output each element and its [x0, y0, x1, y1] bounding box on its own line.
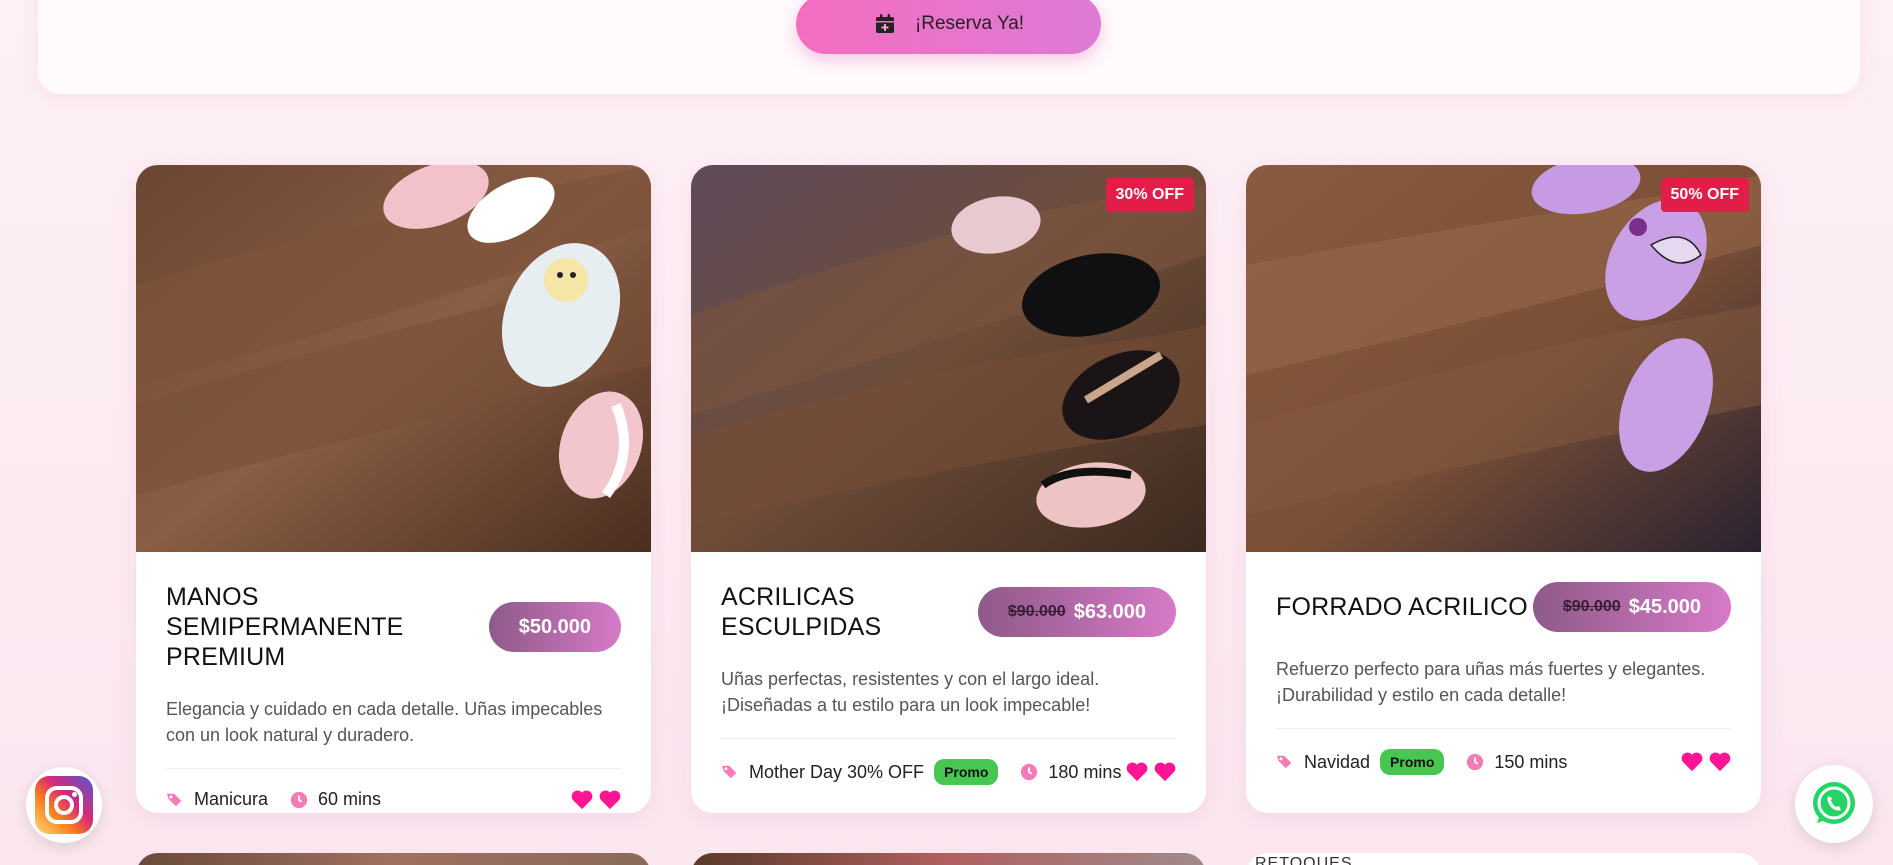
- heart-icon[interactable]: [1709, 752, 1731, 772]
- next-service-title: RETOQUES: [1255, 855, 1353, 865]
- whatsapp-icon: [1813, 782, 1855, 824]
- category-label: Navidad: [1304, 751, 1371, 772]
- service-title: FORRADO ACRILICO: [1276, 593, 1528, 621]
- reserve-button[interactable]: ¡Reserva Ya!: [796, 0, 1101, 54]
- whatsapp-button[interactable]: [1795, 765, 1873, 843]
- tags-icon: [166, 793, 182, 806]
- old-price: $90.000: [1562, 598, 1621, 615]
- instagram-icon: [35, 776, 93, 834]
- clock-icon: [1467, 753, 1484, 771]
- category-label: Manicura: [194, 789, 269, 809]
- service-card[interactable]: 30% OFF ACRILICAS ESCULPIDAS $90.000 $63…: [691, 165, 1206, 813]
- heart-icon[interactable]: [599, 790, 621, 810]
- service-photo: [136, 165, 651, 552]
- discount-badge: 50% OFF: [1660, 178, 1749, 212]
- price-badge: $50.000: [488, 602, 621, 652]
- reserve-button-label: ¡Reserva Ya!: [914, 13, 1025, 34]
- discount-badge: 30% OFF: [1105, 178, 1194, 212]
- divider: [721, 738, 1176, 739]
- service-description: Refuerzo perfecto para uñas más fuertes …: [1276, 659, 1706, 705]
- service-title: ACRILICAS ESCULPIDAS: [721, 583, 882, 641]
- heart-icon[interactable]: [1126, 762, 1148, 782]
- next-service-card[interactable]: [136, 853, 651, 865]
- duration-label: 60 mins: [318, 789, 382, 809]
- price-badge: $90.000 $63.000: [977, 587, 1176, 637]
- current-price: $50.000: [518, 615, 591, 638]
- promo-badge: Promo: [1380, 749, 1445, 775]
- promo-badge: Promo: [934, 759, 999, 785]
- price-badge: $90.000 $45.000: [1532, 582, 1731, 632]
- service-card[interactable]: MANOS SEMIPERMANENTE PREMIUM $50.000 Ele…: [136, 165, 651, 813]
- heart-icon[interactable]: [1681, 752, 1703, 772]
- calendar-plus-icon: [875, 14, 894, 33]
- next-service-card[interactable]: [691, 853, 1206, 865]
- service-photo: 50% OFF: [1246, 165, 1761, 552]
- service-description: Uñas perfectas, resistentes y con el lar…: [721, 669, 1100, 715]
- duration-label: 150 mins: [1494, 751, 1568, 772]
- heart-icon[interactable]: [1154, 762, 1176, 782]
- tags-icon: [1276, 755, 1292, 769]
- heart-icon[interactable]: [571, 790, 593, 810]
- tags-icon: [721, 765, 737, 779]
- old-price: $90.000: [1007, 603, 1066, 620]
- service-photo: 30% OFF: [691, 165, 1206, 552]
- duration-label: 180 mins: [1048, 761, 1122, 782]
- clock-icon: [290, 791, 308, 808]
- current-price: $63.000: [1073, 600, 1146, 623]
- clock-icon: [1021, 763, 1038, 781]
- current-price: $45.000: [1628, 595, 1701, 618]
- divider: [166, 768, 621, 769]
- service-title: MANOS SEMIPERMANENTE PREMIUM: [166, 583, 404, 671]
- category-label: Mother Day 30% OFF: [749, 761, 925, 782]
- service-card[interactable]: 50% OFF FORRADO ACRILICO $90.000 $45.000…: [1246, 165, 1761, 813]
- service-description: Elegancia y cuidado en cada detalle. Uña…: [166, 699, 603, 745]
- divider: [1276, 728, 1731, 729]
- instagram-button[interactable]: [26, 767, 102, 843]
